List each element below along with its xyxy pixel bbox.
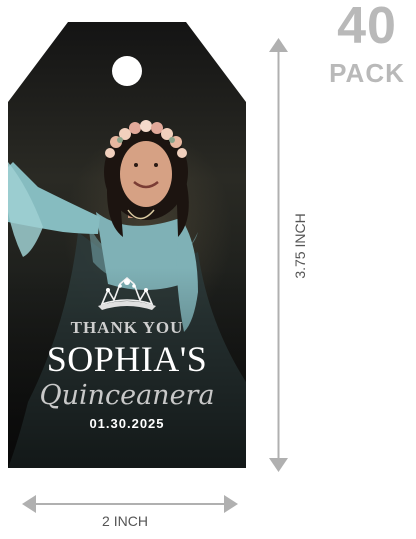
- tiara-icon: [98, 276, 156, 310]
- pack-count: 40: [337, 0, 397, 55]
- height-label: 3.75 INCH: [292, 213, 308, 279]
- event-date: 01.30.2025: [89, 416, 165, 431]
- event-script-text: Quinceanera: [39, 380, 215, 411]
- tag-hole: [112, 56, 142, 86]
- width-dimension-arrow: [22, 495, 238, 513]
- width-label: 2 INCH: [102, 513, 148, 529]
- gift-tag: THANK YOU SOPHIA'S Quinceanera 01.30.202…: [8, 22, 246, 468]
- height-dimension-arrow: [269, 38, 288, 472]
- honoree-name: SOPHIA'S: [46, 339, 208, 379]
- pack-count-badge: 40 PACK: [322, 0, 412, 88]
- thank-you-text: THANK YOU: [70, 318, 184, 337]
- pack-label: PACK: [329, 58, 405, 88]
